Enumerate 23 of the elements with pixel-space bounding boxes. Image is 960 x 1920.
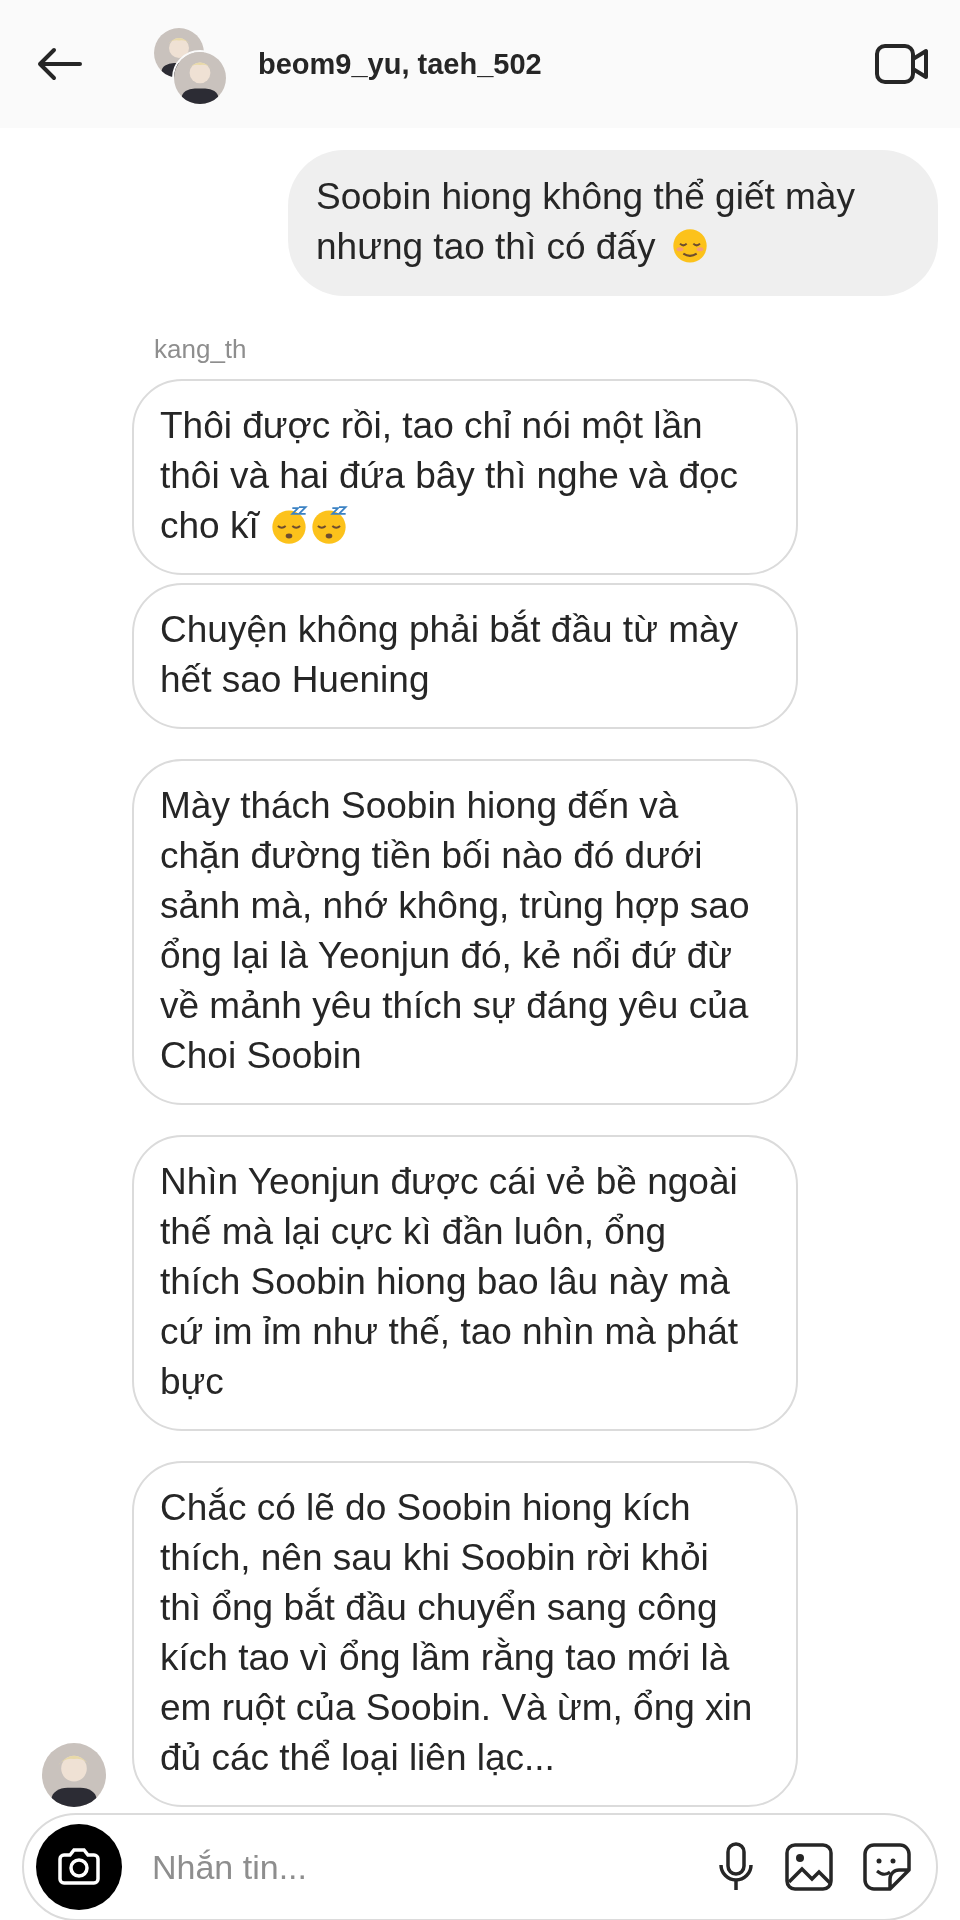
gallery-button[interactable] bbox=[784, 1842, 834, 1892]
video-camera-icon bbox=[874, 41, 930, 87]
message-bubble: Thôi được rồi, tao chỉ nói một lần thôi và hai đứa bây thì nghe và đọc cho kĩ bbox=[132, 379, 798, 575]
chat-title: beom9_yu, taeh_502 bbox=[258, 47, 543, 81]
avatar bbox=[174, 52, 226, 104]
sticker-button[interactable] bbox=[862, 1842, 912, 1892]
microphone-button[interactable] bbox=[716, 1841, 756, 1893]
camera-icon bbox=[56, 1847, 102, 1887]
sticker-icon bbox=[862, 1842, 912, 1892]
back-arrow-icon bbox=[36, 47, 82, 81]
sleeping-face-icon bbox=[309, 506, 349, 546]
sender-name: kang_th bbox=[154, 334, 248, 365]
message-bubble: Chắc có lẽ do Soobin hiong kích thích, nên sau khi Soobin rời khỏi thì ổng bắt đầu chuyển sang công kích tao vì ổng lầm rằng tao mới là em ruột của Soobin. Và ừm, ổng xin đủ các thể loại liên lạc... bbox=[132, 1461, 798, 1807]
message-bubble: Chuyện không phải bắt đầu từ mày hết sao Huening bbox=[132, 583, 798, 729]
microphone-icon bbox=[716, 1841, 756, 1893]
camera-button[interactable] bbox=[36, 1824, 122, 1910]
message-bubble: Nhìn Yeonjun được cái vẻ bề ngoài thế mà lại cực kì đần luôn, ổng thích Soobin hiong bao lâu này mà cứ im ỉm như thế, tao nhìn mà phát bực bbox=[132, 1135, 798, 1431]
image-icon bbox=[784, 1842, 834, 1892]
back-button[interactable] bbox=[36, 47, 82, 81]
message-bubble: Mày thách Soobin hiong đến và chặn đường tiền bối nào đó dưới sảnh mà, nhớ không, trùng hợp sao ổng lại là Yeonjun đó, kẻ nổi đứ đừ về mảnh yêu thích sự đáng yêu của Choi Soobin bbox=[132, 759, 798, 1105]
message-bubble: Soobin hiong không thể giết mày nhưng tao thì có đấy bbox=[288, 150, 938, 296]
sleeping-face-icon bbox=[269, 506, 309, 546]
video-call-button[interactable] bbox=[874, 41, 930, 87]
